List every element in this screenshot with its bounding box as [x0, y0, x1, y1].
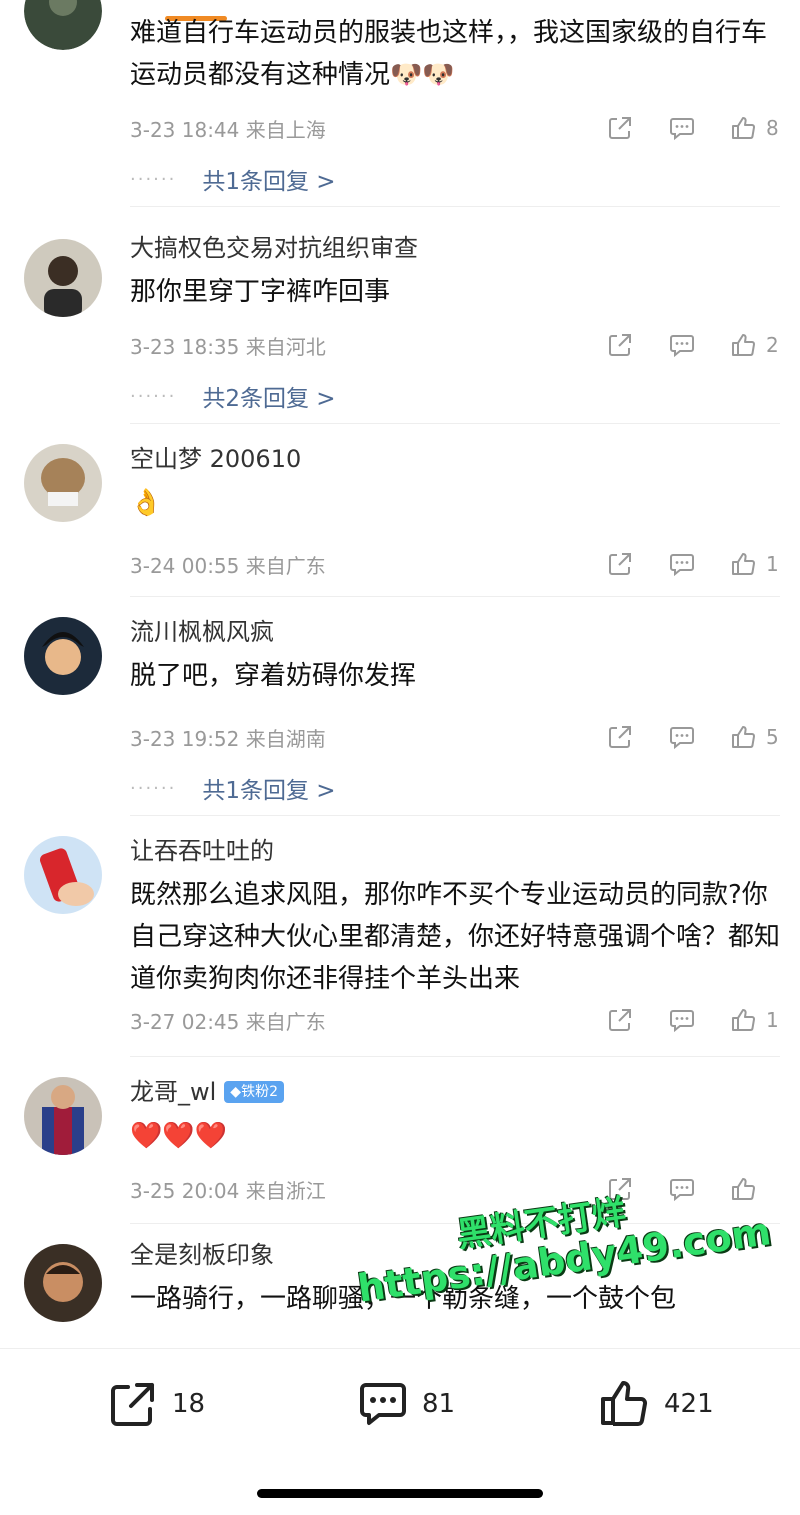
username[interactable]: 空山梦 200610: [130, 444, 780, 474]
avatar[interactable]: [24, 836, 102, 914]
comment-button[interactable]: [668, 550, 696, 578]
fan-badge[interactable]: ◆铁粉2: [224, 1081, 284, 1103]
share-icon: [609, 1178, 631, 1200]
comment-meta: 3-23 18:44 来自上海 8: [130, 110, 780, 146]
share-count: 18: [172, 1389, 206, 1419]
comment-icon: [670, 1179, 694, 1202]
share-button[interactable]: [606, 723, 634, 751]
comment-item: 难道自行车运动员的服装也这样，，我这国家级的自行车运动员都没有这种情况🐶🐶 3-…: [0, 0, 800, 207]
like-icon: [732, 334, 755, 356]
username[interactable]: 全是刻板印象: [130, 1240, 780, 1270]
share-icon: [609, 553, 631, 575]
like-icon: [732, 1178, 755, 1200]
share-icon: [609, 117, 631, 139]
like-button[interactable]: 1: [730, 1006, 780, 1034]
like-count: 5: [766, 725, 779, 749]
like-button[interactable]: [730, 1175, 780, 1203]
username[interactable]: 大搞权色交易对抗组织审查: [130, 233, 780, 263]
like-action[interactable]: 421: [598, 1377, 714, 1431]
replies-link[interactable]: ······ 共1条回复 >: [130, 152, 780, 206]
comment-button[interactable]: [668, 723, 696, 751]
like-icon: [732, 553, 755, 575]
share-button[interactable]: [606, 114, 634, 142]
comment-icon: [670, 727, 694, 750]
comment-text: 👌: [130, 488, 163, 518]
comment-text: 难道自行车运动员的服装也这样，，我这国家级的自行车运动员都没有这种情况🐶🐶: [130, 18, 768, 90]
share-button[interactable]: [606, 550, 634, 578]
comment-icon: [670, 1010, 694, 1033]
comment-time: 3-23 18:44 来自上海: [130, 117, 326, 142]
avatar[interactable]: [24, 239, 102, 317]
comment-count: 81: [422, 1389, 456, 1419]
comment-time: 3-27 02:45 来自广东: [130, 1009, 326, 1034]
replies-link[interactable]: ······ 共2条回复 >: [130, 369, 780, 423]
like-count: 2: [766, 333, 779, 357]
username[interactable]: 流川枫枫风疯: [130, 617, 780, 647]
comment-icon: [670, 118, 694, 141]
comment-item: 流川枫枫风疯 脱了吧，穿着妨碍你发挥 3-23 19:52 来自湖南 5 ···…: [0, 617, 800, 816]
username[interactable]: 龙哥_wl ◆铁粉2: [130, 1077, 780, 1107]
share-icon: [609, 1009, 631, 1031]
like-button[interactable]: 8: [730, 114, 780, 142]
comment-meta: 3-23 19:52 来自湖南 5: [130, 719, 780, 755]
comment-text: 那你里穿丁字裤咋回事: [130, 277, 391, 307]
home-indicator[interactable]: [257, 1489, 543, 1498]
comment-item: 龙哥_wl ◆铁粉2 ❤️❤️❤️ 3-25 20:04 来自浙江: [0, 1077, 800, 1224]
bottom-action-bar: 18 81 421: [0, 1348, 800, 1515]
like-count: 1: [766, 1008, 779, 1032]
comment-time: 3-24 00:55 来自广东: [130, 553, 326, 578]
like-icon: [732, 117, 755, 139]
like-button[interactable]: 2: [730, 331, 780, 359]
like-button[interactable]: 5: [730, 723, 780, 751]
replies-link[interactable]: ······ 共1条回复 >: [130, 761, 780, 815]
share-button[interactable]: [606, 331, 634, 359]
avatar[interactable]: [24, 444, 102, 522]
comment-text: 既然那么追求风阻，那你咋不买个专业运动员的同款?你自己穿这种大伙心里都清楚，你还…: [130, 880, 781, 994]
comment-meta: 3-24 00:55 来自广东 1: [130, 546, 780, 582]
like-count: 421: [664, 1389, 714, 1419]
avatar[interactable]: [24, 0, 102, 50]
like-icon: [732, 726, 755, 748]
share-icon: [111, 1383, 154, 1426]
comment-text: ❤️❤️❤️: [130, 1121, 228, 1151]
comment-action[interactable]: 81: [356, 1377, 455, 1431]
comment-button[interactable]: [668, 331, 696, 359]
comment-icon: [360, 1383, 406, 1425]
comment-icon: [670, 554, 694, 577]
avatar[interactable]: [24, 617, 102, 695]
comment-meta: 3-23 18:35 来自河北 2: [130, 327, 780, 363]
comment-list: 难道自行车运动员的服装也这样，，我这国家级的自行车运动员都没有这种情况🐶🐶 3-…: [0, 0, 800, 1348]
avatar[interactable]: [24, 1244, 102, 1322]
like-icon: [601, 1381, 648, 1426]
username[interactable]: 让吞吞吐吐的: [130, 836, 780, 866]
avatar[interactable]: [24, 1077, 102, 1155]
comment-text: 脱了吧，穿着妨碍你发挥: [130, 661, 417, 691]
comment-item: 大搞权色交易对抗组织审查 那你里穿丁字裤咋回事 3-23 18:35 来自河北 …: [0, 233, 800, 424]
share-icon: [609, 334, 631, 356]
like-count: 1: [766, 552, 779, 576]
comment-item: 空山梦 200610 👌 3-24 00:55 来自广东 1: [0, 444, 800, 597]
share-button[interactable]: [606, 1175, 634, 1203]
comment-icon: [670, 335, 694, 358]
comment-button[interactable]: [668, 114, 696, 142]
like-button[interactable]: 1: [730, 550, 780, 578]
comment-time: 3-25 20:04 来自浙江: [130, 1178, 326, 1203]
like-count: 8: [766, 116, 779, 140]
comment-text: 一路骑行，一路聊骚，一个勒条缝，一个鼓个包: [130, 1284, 677, 1314]
share-action[interactable]: 18: [106, 1377, 205, 1431]
comment-time: 3-23 19:52 来自湖南: [130, 726, 326, 751]
share-button[interactable]: [606, 1006, 634, 1034]
comment-button[interactable]: [668, 1006, 696, 1034]
comment-item: 让吞吞吐吐的 既然那么追求风阻，那你咋不买个专业运动员的同款?你自己穿这种大伙心…: [0, 836, 800, 1057]
share-icon: [609, 726, 631, 748]
comment-time: 3-23 18:35 来自河北: [130, 334, 326, 359]
comment-item: 全是刻板印象 一路骑行，一路聊骚，一个勒条缝，一个鼓个包: [0, 1240, 800, 1322]
comment-meta: 3-25 20:04 来自浙江: [130, 1171, 780, 1207]
comment-button[interactable]: [668, 1175, 696, 1203]
like-icon: [732, 1009, 755, 1031]
comment-meta: 3-27 02:45 来自广东 1: [130, 1002, 780, 1038]
